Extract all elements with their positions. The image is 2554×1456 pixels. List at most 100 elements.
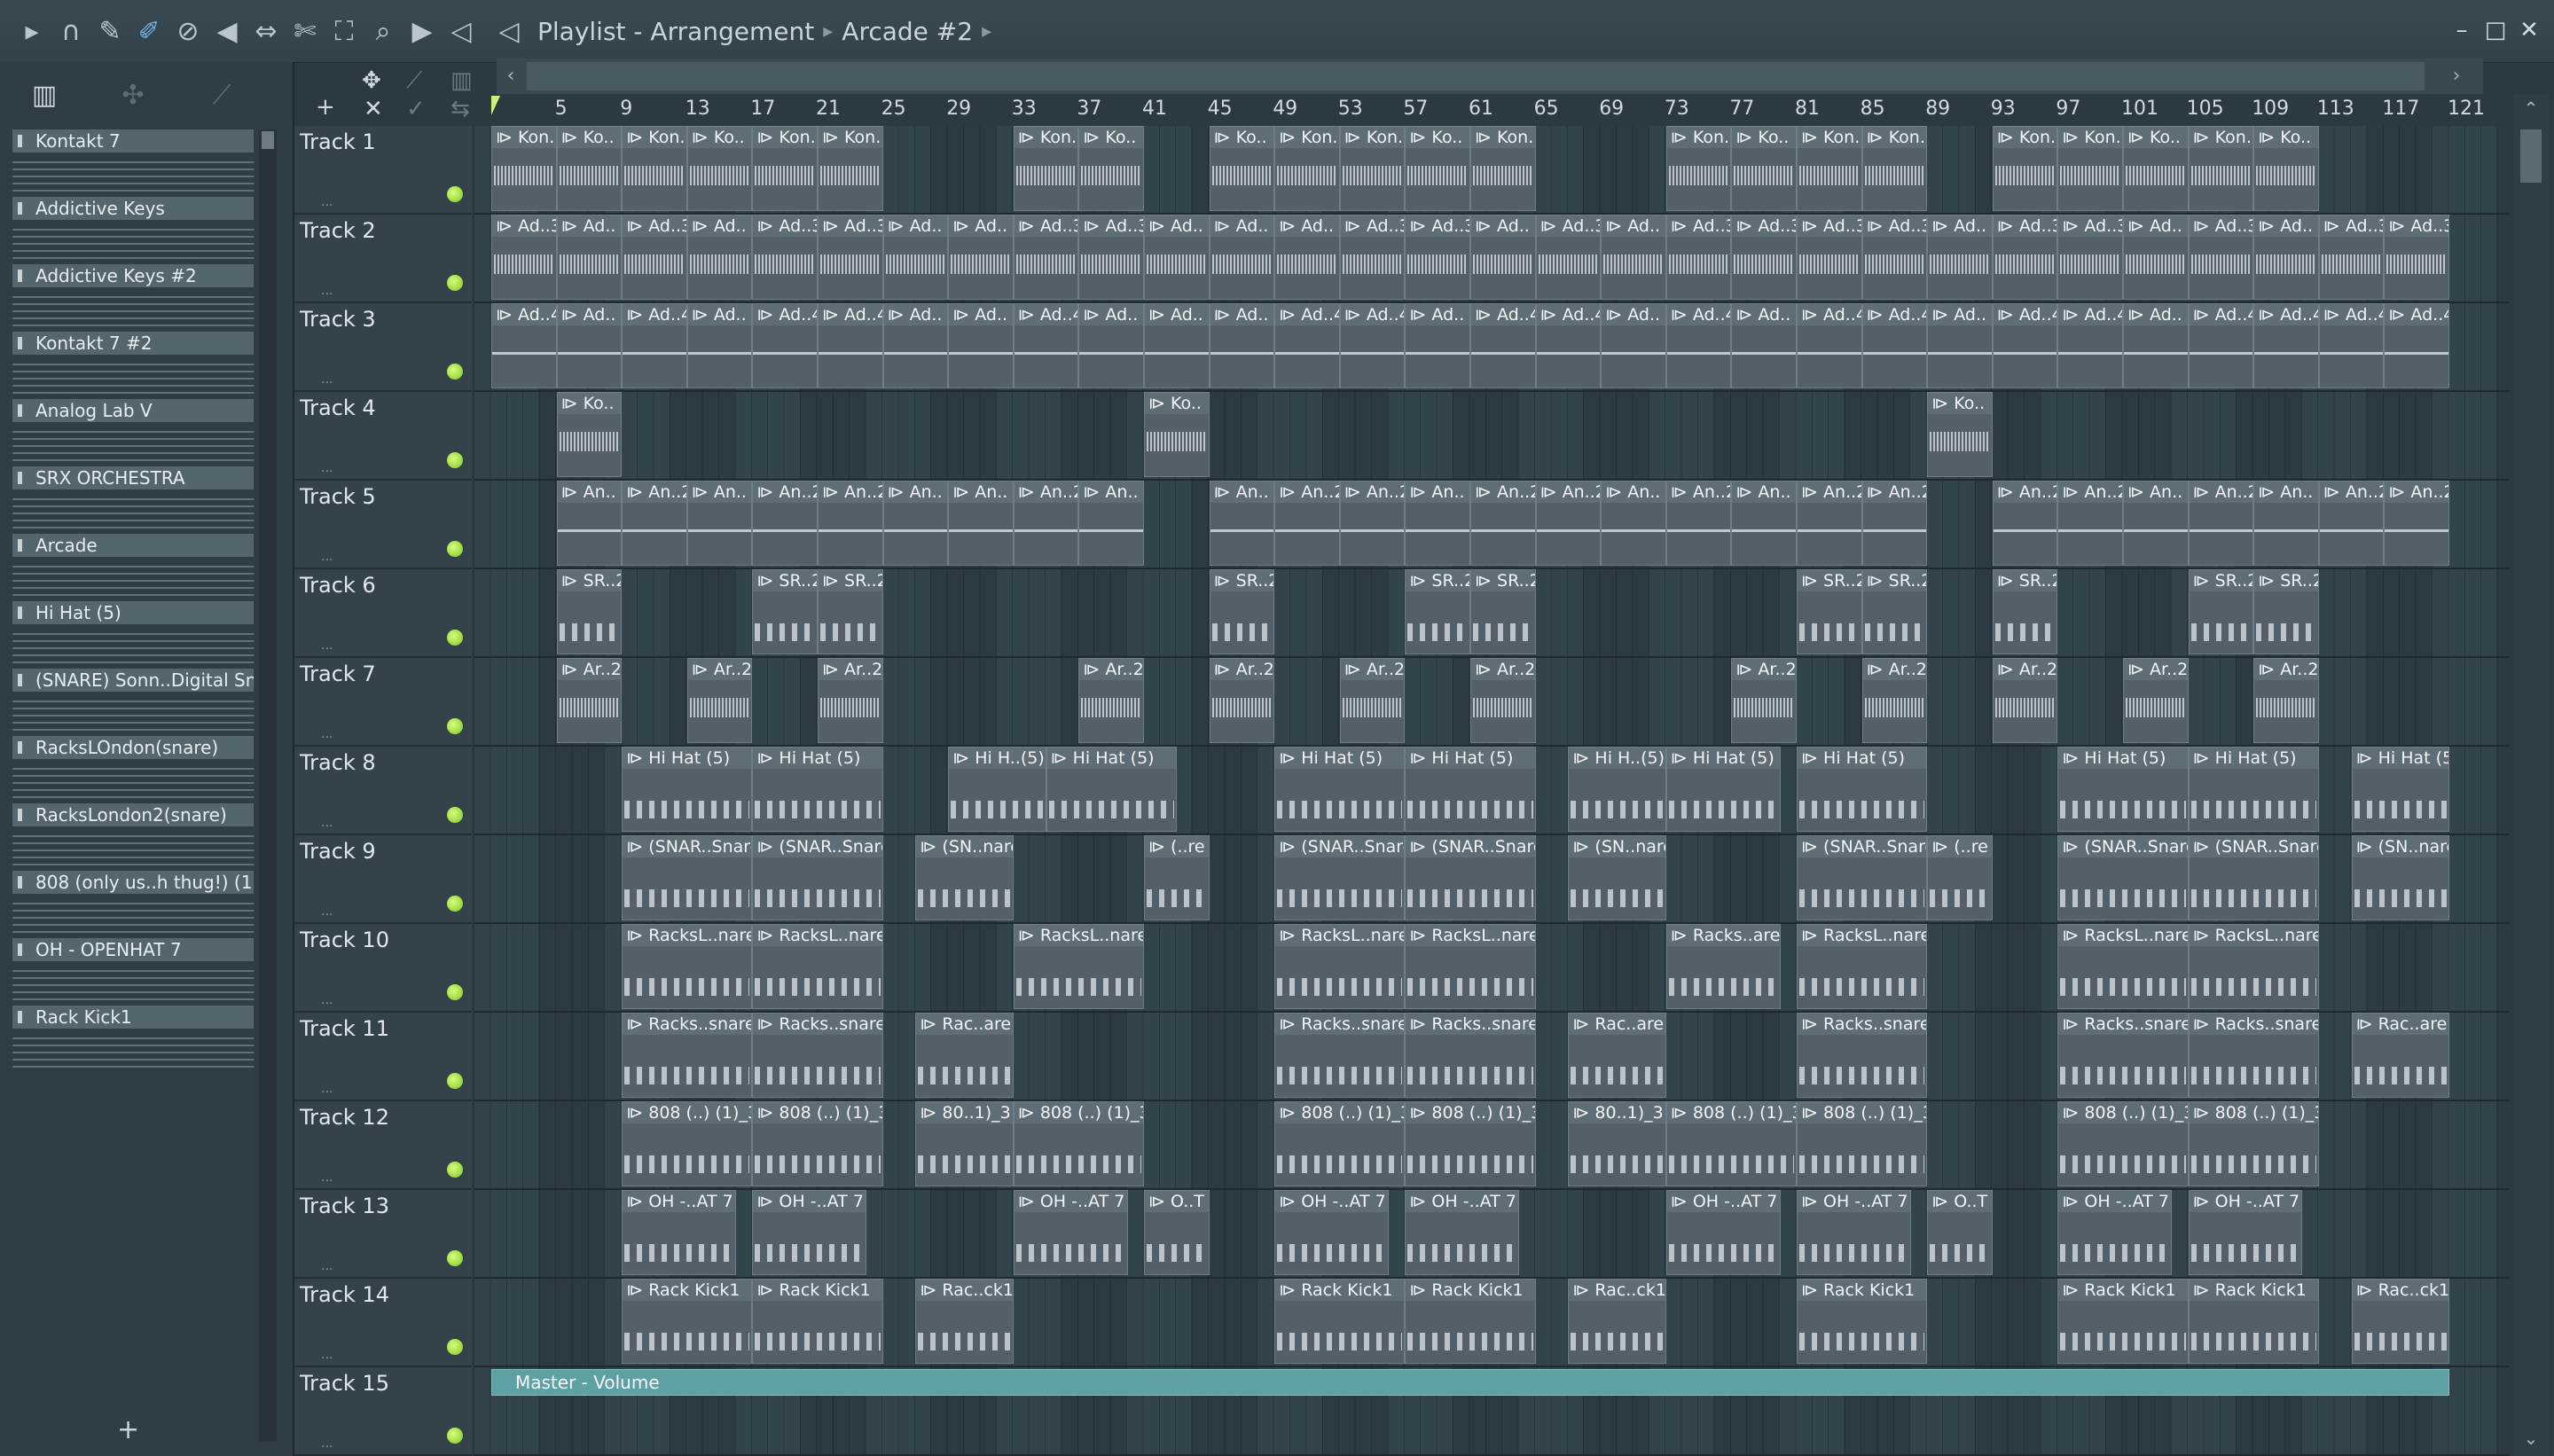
pattern-clip[interactable]: ⧐ An..2 bbox=[818, 481, 883, 566]
pattern-clip[interactable]: ⧐ Ad..4 bbox=[1535, 303, 1602, 388]
pattern-clip[interactable]: ⧐ An.. bbox=[948, 481, 1014, 566]
pattern-clip[interactable]: ⧐ Rac..are) bbox=[2351, 1013, 2449, 1098]
pattern-clip[interactable]: ⧐ Ad.. bbox=[882, 215, 949, 300]
pattern-clip[interactable]: ⧐ Ad..3 bbox=[1013, 215, 1079, 300]
pattern-clip[interactable]: ⧐ Ad.. bbox=[1601, 215, 1666, 300]
track-options-icon[interactable]: ... bbox=[321, 727, 333, 741]
picker-scrollbar[interactable] bbox=[259, 129, 277, 1442]
check-icon[interactable]: ✓ bbox=[406, 96, 426, 122]
pattern-clip[interactable]: ⧐ RacksL..nare) bbox=[622, 924, 753, 1009]
pattern-clip[interactable]: ⧐ Kon.. bbox=[818, 126, 883, 211]
pattern-clip[interactable]: ⧐ O..T 7 bbox=[1927, 1190, 1993, 1275]
pattern-clip[interactable]: ⧐ An..2 bbox=[1797, 481, 1862, 566]
pattern-clip[interactable]: ⧐ OH -..AT 7 bbox=[1013, 1190, 1128, 1275]
picker-item[interactable]: Analog Lab V bbox=[12, 399, 254, 466]
track-header[interactable]: Track 2... bbox=[294, 215, 472, 303]
pattern-clip[interactable]: ⧐ Ad..3 bbox=[1797, 215, 1862, 300]
pattern-clip[interactable]: ⧐ Ar..2 bbox=[818, 658, 883, 743]
pattern-clip[interactable]: ⧐ Ad..4 bbox=[1470, 303, 1536, 388]
pattern-clip[interactable]: ⧐ Ad.. bbox=[686, 303, 753, 388]
pattern-clip[interactable]: ⧐ Ar..2 bbox=[1861, 658, 1928, 743]
pattern-clip[interactable]: ⧐ Kon.. bbox=[622, 126, 687, 211]
pattern-clip[interactable]: ⧐ 808 (..) (1)_3 bbox=[622, 1101, 753, 1186]
pattern-clip[interactable]: ⧐ Ad.. bbox=[2123, 303, 2189, 388]
track-header[interactable]: Track 11... bbox=[294, 1013, 472, 1101]
track-header[interactable]: Track 3... bbox=[294, 303, 472, 392]
pattern-clip[interactable]: ⧐ Ar..2 bbox=[686, 658, 753, 743]
pattern-clip[interactable]: ⧐ Ad.. bbox=[1405, 303, 1470, 388]
picker-item[interactable]: RacksLOndon(snare) bbox=[12, 736, 254, 803]
pattern-clip[interactable]: ⧐ OH -..AT 7 bbox=[622, 1190, 736, 1275]
pattern-clip[interactable]: ⧐ Ad..4 bbox=[1274, 303, 1340, 388]
pattern-clip[interactable]: ⧐ Ad.. bbox=[686, 215, 753, 300]
scroll-right-icon[interactable]: › bbox=[2444, 64, 2469, 89]
picker-item[interactable]: RacksLondon2(snare) bbox=[12, 803, 254, 871]
add-track-icon[interactable]: + bbox=[316, 94, 335, 121]
pattern-clip[interactable]: ⧐ 808 (..) (1)_3 bbox=[1797, 1101, 1928, 1186]
track-mute-led[interactable] bbox=[447, 807, 463, 823]
pattern-clip[interactable]: ⧐ (SNAR..Snare bbox=[752, 835, 883, 920]
pattern-clip[interactable]: ⧐ An..2 bbox=[2057, 481, 2123, 566]
pattern-clip[interactable]: ⧐ RacksL..nare) bbox=[752, 924, 883, 1009]
pattern-clip[interactable]: ⧐ Ad..4 bbox=[1339, 303, 1406, 388]
pattern-clip[interactable]: ⧐ Ad.. bbox=[1144, 215, 1210, 300]
pattern-clip[interactable]: ⧐ An.. bbox=[1078, 481, 1144, 566]
pattern-clip[interactable]: ⧐ An.. bbox=[1209, 481, 1275, 566]
pattern-clip[interactable]: ⧐ An.. bbox=[1405, 481, 1470, 566]
pattern-clip[interactable]: ⧐ Ad..3 bbox=[622, 215, 687, 300]
pattern-clip[interactable]: ⧐ Ad..4 bbox=[2057, 303, 2123, 388]
pattern-clip[interactable]: ⧐ 80..1)_3 bbox=[915, 1101, 1014, 1186]
pattern-clip[interactable]: ⧐ Hi Hat (5) bbox=[1665, 747, 1781, 832]
pattern-clip[interactable]: ⧐ 80..1)_3 bbox=[1568, 1101, 1666, 1186]
track-mute-led[interactable] bbox=[447, 1339, 463, 1355]
pattern-clip[interactable]: ⧐ (SNAR..Snare bbox=[2188, 835, 2319, 920]
picker-item[interactable]: Hi Hat (5) bbox=[12, 601, 254, 669]
pattern-clip[interactable]: ⧐ Ad..3 bbox=[2188, 215, 2254, 300]
pattern-clip[interactable]: ⧐ Kon.. bbox=[1013, 126, 1079, 211]
track-header[interactable]: Track 13... bbox=[294, 1190, 472, 1279]
scroll-thumb[interactable] bbox=[2520, 129, 2542, 183]
track-header[interactable]: Track 5... bbox=[294, 481, 472, 569]
pattern-clip[interactable]: ⧐ 808 (..) (1)_3 bbox=[2188, 1101, 2319, 1186]
pattern-clip[interactable]: ⧐ Racks..are) bbox=[1665, 924, 1781, 1009]
swap-icon[interactable]: ⇆ bbox=[450, 96, 470, 122]
pattern-clip[interactable]: ⧐ Ad.. bbox=[2123, 215, 2189, 300]
pattern-clip[interactable]: ⧐ Ko.. bbox=[1144, 392, 1210, 477]
pattern-clip[interactable]: ⧐ SR..2 bbox=[1470, 569, 1536, 654]
pattern-clip[interactable]: ⧐ O..T 7 bbox=[1144, 1190, 1210, 1275]
pattern-clip[interactable]: ⧐ Kon.. bbox=[1797, 126, 1862, 211]
pattern-clip[interactable]: ⧐ OH -..AT 7 bbox=[1665, 1190, 1781, 1275]
pattern-clip[interactable]: ⧐ Racks..snare) bbox=[1274, 1013, 1406, 1098]
pattern-clip[interactable]: ⧐ An.. bbox=[2253, 481, 2319, 566]
pattern-clip[interactable]: ⧐ An.. bbox=[2123, 481, 2189, 566]
pattern-clip[interactable]: ⧐ Racks..snare) bbox=[1797, 1013, 1928, 1098]
pattern-clip[interactable]: ⧐ Ar..2 bbox=[556, 658, 623, 743]
pattern-clip[interactable]: ⧐ Ad..3 bbox=[1405, 215, 1470, 300]
pattern-clip[interactable]: ⧐ RacksL..nare) bbox=[1274, 924, 1406, 1009]
overview-track[interactable] bbox=[527, 62, 2425, 90]
pattern-clip[interactable]: ⧐ Ad..4 bbox=[2384, 303, 2449, 388]
pattern-clip[interactable]: ⧐ Ar..2 bbox=[1470, 658, 1536, 743]
track-header[interactable]: Track 10... bbox=[294, 924, 472, 1013]
pattern-clip[interactable]: ⧐ Hi Hat (5) bbox=[1405, 747, 1536, 832]
speaker-icon[interactable]: ◁ bbox=[442, 12, 481, 51]
pattern-clip[interactable]: ⧐ Ad..3 bbox=[2384, 215, 2449, 300]
scroll-up-icon[interactable]: ⌃ bbox=[2520, 98, 2542, 119]
pattern-clip[interactable]: ⧐ Rac..ck1 bbox=[1568, 1279, 1666, 1364]
pattern-clip[interactable]: ⧐ Ad..3 bbox=[2057, 215, 2123, 300]
pattern-clip[interactable]: ⧐ 808 (..) (1)_3 bbox=[1274, 1101, 1406, 1186]
pattern-clip[interactable]: ⧐ SR..2 bbox=[1405, 569, 1470, 654]
pattern-clip[interactable]: ⧐ Ad.. bbox=[1731, 303, 1797, 388]
picker-item[interactable]: Arcade bbox=[12, 534, 254, 601]
pattern-clip[interactable]: ⧐ SR..2 bbox=[1992, 569, 2058, 654]
pattern-clip[interactable]: ⧐ Rack Kick1 bbox=[1797, 1279, 1928, 1364]
pattern-clip[interactable]: ⧐ Ad..4 bbox=[752, 303, 818, 388]
track-mute-led[interactable] bbox=[447, 718, 463, 734]
select-icon[interactable]: ⛶ bbox=[325, 12, 364, 51]
track-mute-led[interactable] bbox=[447, 1162, 463, 1178]
pattern-clip[interactable]: ⧐ Hi Hat (5) bbox=[2351, 747, 2449, 832]
track-header[interactable]: Track 15... bbox=[294, 1367, 472, 1456]
multi-arrow-icon[interactable]: ✥ bbox=[362, 67, 381, 94]
pattern-clip[interactable]: ⧐ (..re bbox=[1927, 835, 1993, 920]
pattern-clip[interactable]: ⧐ OH -..AT 7 bbox=[752, 1190, 867, 1275]
